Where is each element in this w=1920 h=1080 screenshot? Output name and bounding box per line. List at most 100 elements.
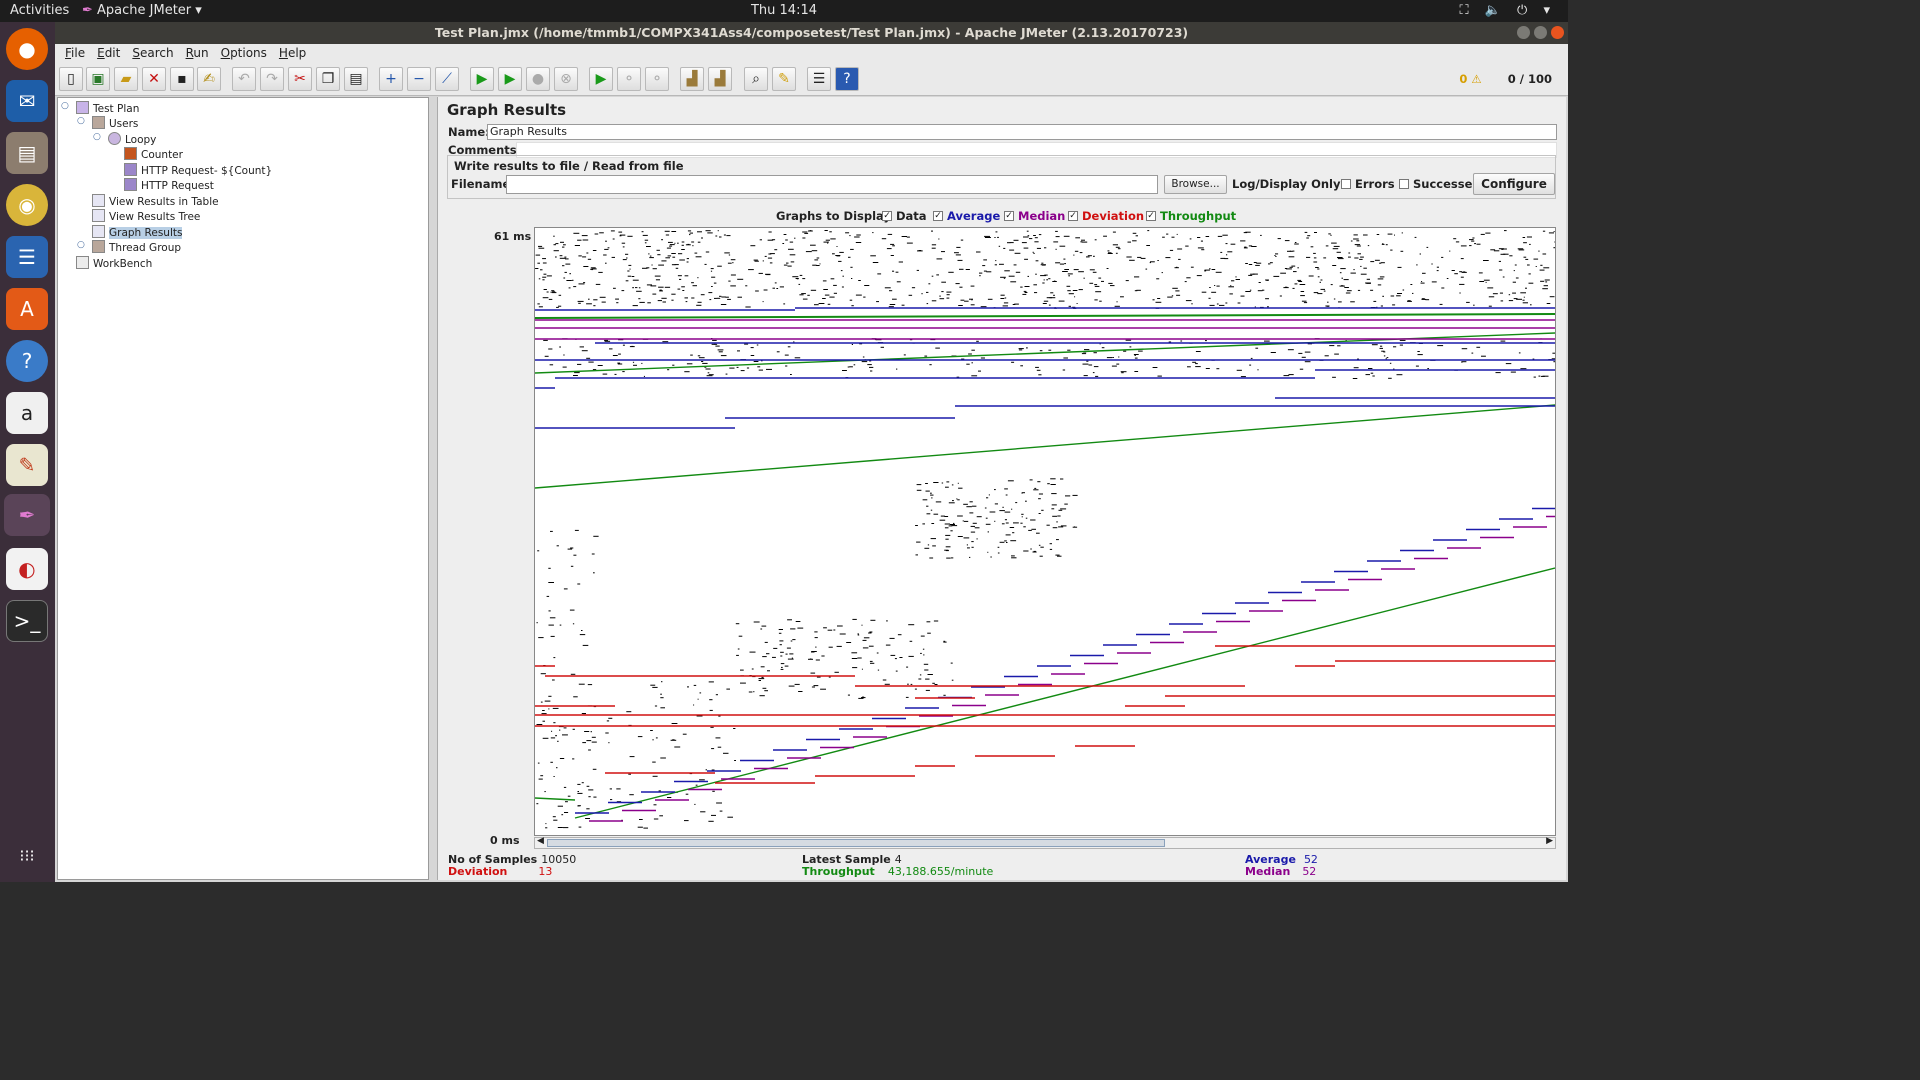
undo-icon[interactable]: ↶ xyxy=(232,67,256,91)
close-plan-icon[interactable]: ✕ xyxy=(142,67,166,91)
collapse-all-icon[interactable]: − xyxy=(407,67,431,91)
maximize-button[interactable] xyxy=(1534,26,1547,39)
data-point xyxy=(701,237,703,239)
filename-input[interactable] xyxy=(506,175,1158,194)
save-screenshot-icon[interactable]: ✍ xyxy=(197,67,221,91)
stop-icon[interactable]: ● xyxy=(526,67,550,91)
activities-button[interactable]: Activities xyxy=(10,3,69,18)
data-point xyxy=(812,264,817,266)
data-point xyxy=(639,301,645,303)
data-point xyxy=(1204,269,1210,271)
expander-icon[interactable]: ○ xyxy=(77,116,85,126)
help-icon[interactable]: ? xyxy=(6,340,48,382)
name-field[interactable]: Graph Results xyxy=(487,124,1557,140)
data-point xyxy=(535,254,541,256)
warning-count[interactable]: 0 ⚠ xyxy=(1459,72,1481,86)
horizontal-scrollbar[interactable]: ◀ ▶ xyxy=(534,836,1556,849)
tree-node-thread-group[interactable]: Thread Group xyxy=(92,240,181,255)
tree-node-counter[interactable]: Counter xyxy=(124,147,183,162)
firefox-icon[interactable]: ● xyxy=(6,28,48,70)
scroll-right-arrow[interactable]: ▶ xyxy=(1546,836,1553,846)
terminal-icon[interactable]: >_ xyxy=(6,600,48,642)
amazon-icon[interactable]: a xyxy=(6,392,48,434)
median-checkbox[interactable]: ✓ xyxy=(1004,211,1014,221)
data-point xyxy=(814,259,819,261)
clear-all-icon[interactable]: ▟ xyxy=(708,67,732,91)
scrollbar-thumb[interactable] xyxy=(547,839,1165,847)
remote-shutdown-all-icon[interactable]: ⚬ xyxy=(645,67,669,91)
tree-node-users[interactable]: Users xyxy=(92,116,138,131)
pdf-viewer-icon[interactable]: ◐ xyxy=(6,548,48,590)
jmeter-icon[interactable]: ✒ xyxy=(4,494,50,536)
reset-search-icon[interactable]: ✎ xyxy=(772,67,796,91)
throughput-checkbox[interactable]: ✓ xyxy=(1146,211,1156,221)
open-icon[interactable]: ▰ xyxy=(114,67,138,91)
successes-checkbox[interactable] xyxy=(1399,179,1409,189)
data-point xyxy=(1269,262,1273,264)
system-tray[interactable]: ⛶ 🔈 ⏻ ▾ xyxy=(1459,3,1556,18)
menu-search[interactable]: Search xyxy=(126,44,179,62)
save-icon[interactable]: ▪ xyxy=(170,67,194,91)
remote-stop-all-icon[interactable]: ⚬ xyxy=(617,67,641,91)
menu-file[interactable]: File xyxy=(59,44,91,62)
tree-node-view-results-table[interactable]: View Results in Table xyxy=(92,194,219,209)
search-icon[interactable]: ⌕ xyxy=(744,67,768,91)
data-point xyxy=(677,288,681,290)
data-point xyxy=(1184,281,1187,283)
files-icon[interactable]: ▤ xyxy=(6,132,48,174)
expander-icon[interactable]: ○ xyxy=(61,101,69,111)
errors-checkbox[interactable] xyxy=(1341,179,1351,189)
close-button[interactable] xyxy=(1551,26,1564,39)
data-point xyxy=(757,366,761,368)
menu-edit[interactable]: Edit xyxy=(91,44,126,62)
configure-button[interactable]: Configure xyxy=(1473,173,1555,195)
tree-node-workbench[interactable]: WorkBench xyxy=(76,256,152,271)
show-applications-icon[interactable]: ⁝⁝⁝ xyxy=(6,834,48,876)
cut-icon[interactable]: ✂ xyxy=(288,67,312,91)
data-point xyxy=(1426,246,1429,248)
data-checkbox[interactable]: ✓ xyxy=(882,211,892,221)
text-editor-icon[interactable]: ✎ xyxy=(6,444,48,486)
new-icon[interactable]: ▯ xyxy=(59,67,83,91)
thunderbird-icon[interactable]: ✉ xyxy=(6,80,48,122)
average-checkbox[interactable]: ✓ xyxy=(933,211,943,221)
data-point xyxy=(641,231,644,233)
data-point xyxy=(957,536,963,537)
deviation-checkbox[interactable]: ✓ xyxy=(1068,211,1078,221)
help-button-icon[interactable]: ? xyxy=(835,67,859,91)
data-point xyxy=(544,700,551,702)
tree-node-view-results-tree[interactable]: View Results Tree xyxy=(92,209,200,224)
browse-button[interactable]: Browse... xyxy=(1164,175,1227,194)
clear-icon[interactable]: ▟ xyxy=(680,67,704,91)
window-titlebar[interactable]: Test Plan.jmx (/home/tmmb1/COMPX341Ass4/… xyxy=(55,22,1568,44)
shutdown-icon[interactable]: ⊗ xyxy=(554,67,578,91)
copy-icon[interactable]: ❐ xyxy=(316,67,340,91)
tree-node-graph-results[interactable]: Graph Results xyxy=(92,225,183,240)
tree-node-http-request[interactable]: HTTP Request xyxy=(124,178,214,193)
scroll-left-arrow[interactable]: ◀ xyxy=(537,836,544,846)
start-icon[interactable]: ▶ xyxy=(470,67,494,91)
tree-node-http-request-count[interactable]: HTTP Request- ${Count} xyxy=(124,163,272,178)
menu-run[interactable]: Run xyxy=(180,44,215,62)
toggle-icon[interactable]: ⟋ xyxy=(435,67,459,91)
tree-node-test-plan[interactable]: Test Plan xyxy=(76,101,139,116)
rhythmbox-icon[interactable]: ◉ xyxy=(6,184,48,226)
templates-icon[interactable]: ▣ xyxy=(86,67,110,91)
tree-node-loopy[interactable]: Loopy xyxy=(108,132,156,147)
minimize-button[interactable] xyxy=(1517,26,1530,39)
software-center-icon[interactable]: A xyxy=(6,288,48,330)
clock[interactable]: Thu 14:14 xyxy=(0,3,1568,18)
expand-all-icon[interactable]: + xyxy=(379,67,403,91)
writer-icon[interactable]: ☰ xyxy=(6,236,48,278)
menu-help[interactable]: Help xyxy=(273,44,312,62)
app-menu[interactable]: ✒ Apache JMeter ▾ xyxy=(82,3,202,18)
remote-start-all-icon[interactable]: ▶ xyxy=(589,67,613,91)
start-no-pauses-icon[interactable]: ▶ xyxy=(498,67,522,91)
expander-icon[interactable]: ○ xyxy=(77,240,85,250)
function-helper-icon[interactable]: ☰ xyxy=(807,67,831,91)
data-point xyxy=(1528,273,1531,275)
expander-icon[interactable]: ○ xyxy=(93,132,101,142)
menu-options[interactable]: Options xyxy=(215,44,273,62)
paste-icon[interactable]: ▤ xyxy=(344,67,368,91)
redo-icon[interactable]: ↷ xyxy=(260,67,284,91)
